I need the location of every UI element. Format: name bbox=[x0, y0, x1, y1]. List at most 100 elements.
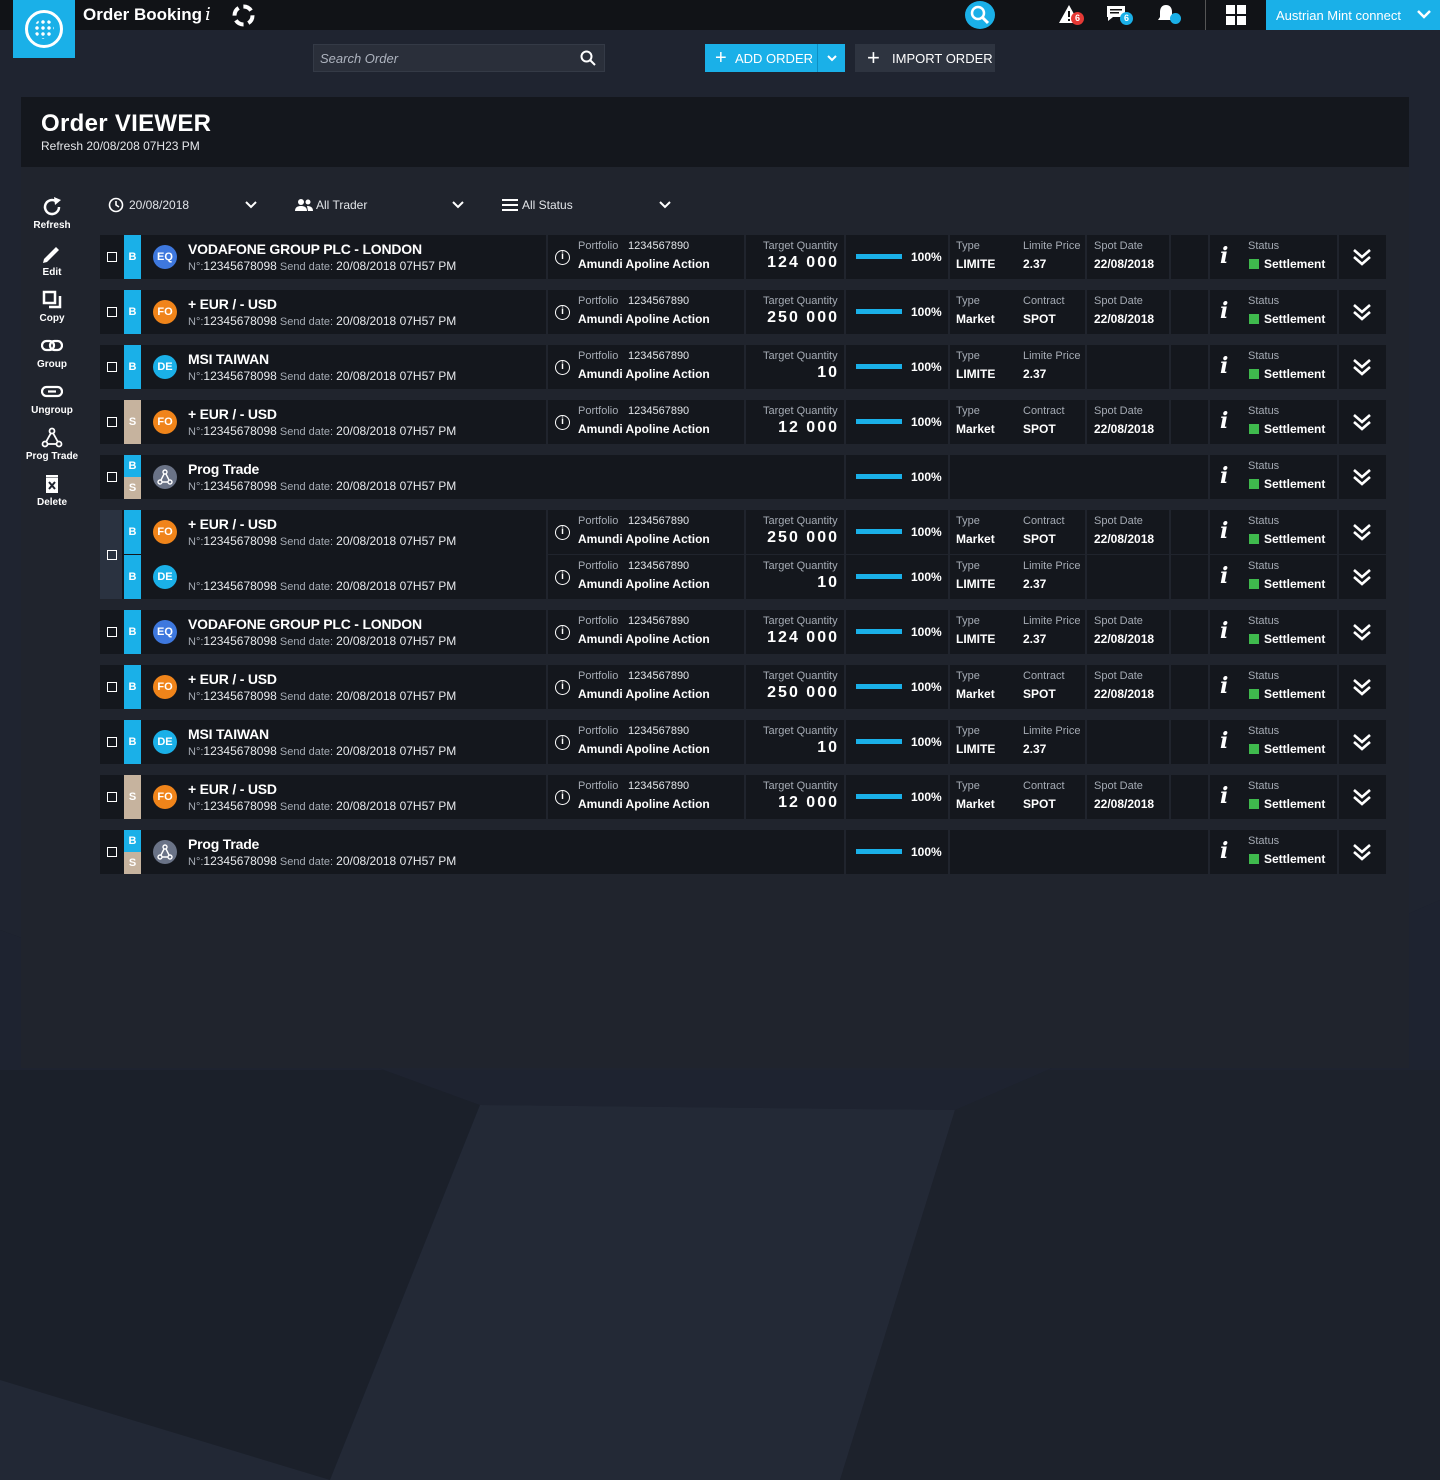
copy-tool[interactable]: Copy bbox=[21, 289, 83, 324]
apps-grid-icon[interactable] bbox=[1226, 5, 1246, 25]
portfolio-name: Amundi Apoline Action bbox=[578, 742, 710, 756]
account-menu[interactable]: Austrian Mint connect bbox=[1266, 0, 1440, 30]
expand-button[interactable] bbox=[1352, 842, 1372, 867]
order-number: 12345678098 bbox=[203, 634, 277, 648]
order-row[interactable]: B S Prog Trade N°:12345678098 Send date: 20… bbox=[100, 830, 1386, 874]
order-info-icon[interactable]: i bbox=[1220, 783, 1228, 809]
order-row[interactable]: B DE MSI TAIWAN N°:12345678098 Send date: 2… bbox=[100, 345, 1386, 389]
expand-button[interactable] bbox=[1352, 522, 1372, 547]
status-label: Status bbox=[1248, 460, 1280, 472]
status-indicator bbox=[1249, 424, 1259, 434]
order-info-icon[interactable]: i bbox=[1220, 518, 1228, 544]
portfolio-info-icon[interactable]: i bbox=[555, 680, 570, 695]
type-label: Type bbox=[956, 780, 980, 792]
row-checkbox[interactable] bbox=[107, 472, 117, 482]
row-checkbox[interactable] bbox=[107, 307, 117, 317]
expand-button[interactable] bbox=[1352, 732, 1372, 757]
messages-button[interactable]: 6 bbox=[1106, 4, 1133, 26]
portfolio-info-icon[interactable]: i bbox=[555, 360, 570, 375]
order-number-label: N°: bbox=[188, 261, 204, 273]
status-label: Status bbox=[1248, 670, 1280, 682]
order-info-icon[interactable]: i bbox=[1220, 728, 1228, 754]
order-number-label: N°: bbox=[188, 691, 204, 703]
portfolio-info-icon[interactable]: i bbox=[555, 525, 570, 540]
app-logo[interactable] bbox=[13, 0, 75, 58]
edit-tool[interactable]: Edit bbox=[21, 243, 83, 278]
row-checkbox[interactable] bbox=[107, 362, 117, 372]
expand-button[interactable] bbox=[1352, 357, 1372, 382]
send-date-label: Send date: bbox=[279, 316, 337, 328]
order-info-icon[interactable]: i bbox=[1220, 463, 1228, 489]
alerts-button[interactable]: 6 bbox=[1058, 4, 1084, 26]
row-checkbox[interactable] bbox=[107, 737, 117, 747]
order-number: 12345678098 bbox=[203, 744, 277, 758]
search-icon[interactable] bbox=[580, 50, 596, 66]
portfolio-info-icon[interactable]: i bbox=[555, 625, 570, 640]
status-indicator bbox=[1249, 369, 1259, 379]
column-divider bbox=[1337, 235, 1339, 279]
status-filter[interactable]: All Status bbox=[502, 190, 672, 220]
expand-button[interactable] bbox=[1352, 567, 1372, 592]
group-tool[interactable]: Group bbox=[21, 335, 83, 370]
order-info-icon[interactable]: i bbox=[1220, 673, 1228, 699]
global-search-button[interactable] bbox=[965, 1, 995, 29]
date-filter[interactable]: 20/08/2018 bbox=[108, 190, 258, 220]
order-info-icon[interactable]: i bbox=[1220, 408, 1228, 434]
add-order-dropdown[interactable] bbox=[817, 44, 845, 72]
order-info-icon[interactable]: i bbox=[1220, 243, 1228, 269]
notifications-button[interactable] bbox=[1156, 4, 1182, 26]
trader-filter[interactable]: All Trader bbox=[295, 190, 465, 220]
expand-button[interactable] bbox=[1352, 247, 1372, 272]
lifebuoy-icon[interactable] bbox=[232, 4, 255, 27]
portfolio-info-icon[interactable]: i bbox=[555, 250, 570, 265]
side-badge-sell: S bbox=[124, 852, 141, 874]
row-checkbox[interactable] bbox=[107, 847, 117, 857]
order-group-row[interactable]: B FO + EUR / - USD N°:12345678098 Send date… bbox=[100, 510, 1386, 599]
expand-button[interactable] bbox=[1352, 622, 1372, 647]
row-checkbox[interactable] bbox=[107, 792, 117, 802]
order-info-icon[interactable]: i bbox=[1220, 618, 1228, 644]
order-row[interactable]: B FO + EUR / - USD N°:12345678098 Send date… bbox=[100, 290, 1386, 334]
ungroup-tool[interactable]: Ungroup bbox=[21, 381, 83, 416]
refresh-tool[interactable]: Refresh bbox=[21, 196, 83, 231]
prog-trade-icon bbox=[153, 465, 177, 489]
send-date: 20/08/2018 07H57 PM bbox=[336, 424, 457, 438]
plus-icon: + bbox=[867, 45, 880, 70]
portfolio-info-icon[interactable]: i bbox=[555, 735, 570, 750]
order-info-icon[interactable]: i bbox=[1220, 298, 1228, 324]
expand-button[interactable] bbox=[1352, 677, 1372, 702]
type-label: Type bbox=[956, 405, 980, 417]
order-row[interactable]: B DE MSI TAIWAN N°:12345678098 Send date: 2… bbox=[100, 720, 1386, 764]
row-checkbox[interactable] bbox=[107, 627, 117, 637]
expand-button[interactable] bbox=[1352, 302, 1372, 327]
row-checkbox[interactable] bbox=[107, 252, 117, 262]
add-order-button[interactable]: + ADD ORDER bbox=[705, 44, 845, 72]
expand-button[interactable] bbox=[1352, 787, 1372, 812]
row-checkbox[interactable] bbox=[107, 549, 117, 560]
portfolio-info-icon[interactable]: i bbox=[555, 790, 570, 805]
order-row[interactable]: S FO + EUR / - USD N°:12345678098 Send date… bbox=[100, 775, 1386, 819]
order-row[interactable]: S FO + EUR / - USD N°:12345678098 Send date… bbox=[100, 400, 1386, 444]
row-checkbox[interactable] bbox=[107, 417, 117, 427]
order-info-icon[interactable]: i bbox=[1220, 838, 1228, 864]
portfolio-info-icon[interactable]: i bbox=[555, 570, 570, 585]
row-checkbox[interactable] bbox=[107, 682, 117, 692]
app-info-icon[interactable]: i bbox=[205, 4, 211, 25]
expand-button[interactable] bbox=[1352, 467, 1372, 492]
import-order-button[interactable]: + IMPORT ORDER bbox=[855, 44, 995, 72]
prog-trade-tool[interactable]: Prog Trade bbox=[21, 427, 83, 462]
progress-bar bbox=[856, 419, 902, 424]
portfolio-info-icon[interactable]: i bbox=[555, 305, 570, 320]
target-quantity-label: Target Quantity bbox=[763, 780, 838, 792]
instrument-name: MSI TAIWAN bbox=[188, 351, 269, 367]
expand-button[interactable] bbox=[1352, 412, 1372, 437]
order-row[interactable]: B EQ VODAFONE GROUP PLC - LONDON N°:1234567… bbox=[100, 235, 1386, 279]
order-row[interactable]: B FO + EUR / - USD N°:12345678098 Send date… bbox=[100, 665, 1386, 709]
order-info-icon[interactable]: i bbox=[1220, 353, 1228, 379]
delete-tool[interactable]: Delete bbox=[21, 473, 83, 508]
order-row[interactable]: B S Prog Trade N°:12345678098 Send date: 20… bbox=[100, 455, 1386, 499]
portfolio-info-icon[interactable]: i bbox=[555, 415, 570, 430]
order-info-icon[interactable]: i bbox=[1220, 563, 1228, 589]
order-row[interactable]: B EQ VODAFONE GROUP PLC - LONDON N°:1234567… bbox=[100, 610, 1386, 654]
search-order-input[interactable]: Search Order bbox=[313, 44, 605, 72]
